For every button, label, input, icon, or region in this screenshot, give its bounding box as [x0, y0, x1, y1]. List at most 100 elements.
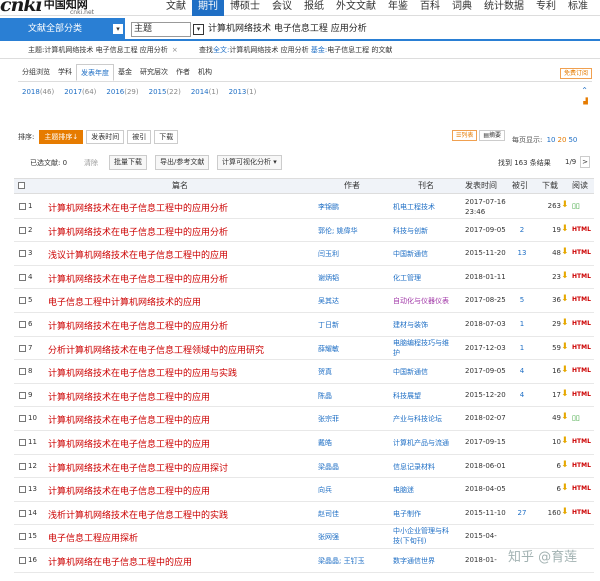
html-read-link[interactable]: HTML — [572, 226, 591, 233]
row-checkbox[interactable] — [19, 250, 26, 258]
journal-link[interactable]: 科技展望 — [393, 391, 421, 401]
filter-tab[interactable]: 研究层次 — [136, 64, 172, 81]
chart-icon[interactable]: ▟ — [583, 98, 588, 105]
cite-count[interactable]: 2 — [516, 226, 528, 234]
author-link[interactable]: 贺真 — [318, 367, 332, 377]
journal-link[interactable]: 中国新通信 — [393, 249, 428, 259]
journal-link[interactable]: 数字通信世界 — [393, 556, 435, 566]
row-checkbox[interactable] — [19, 226, 26, 234]
article-title-link[interactable]: 计算机网络技术在电子信息工程中的应用 — [48, 484, 210, 497]
row-checkbox[interactable] — [19, 320, 26, 328]
html-read-link[interactable]: HTML — [572, 367, 591, 374]
download-icon[interactable]: ⬇ — [561, 318, 569, 328]
collapse-icon[interactable]: ⌃ — [581, 86, 588, 95]
journal-link[interactable]: 机电工程技术 — [393, 202, 435, 212]
row-checkbox[interactable] — [19, 415, 26, 423]
download-icon[interactable]: ⬇ — [561, 389, 569, 399]
journal-link[interactable]: 信息记录材料 — [393, 462, 435, 472]
header-cite[interactable]: 被引 — [512, 179, 528, 193]
year-filter-item[interactable]: 2018(46) — [22, 88, 54, 96]
download-icon[interactable]: ⬇ — [561, 224, 569, 234]
export-button[interactable]: 导出/参考文献 — [155, 155, 210, 170]
html-read-link[interactable]: HTML — [572, 249, 591, 256]
cite-count[interactable]: 1 — [516, 320, 528, 328]
nav-tab[interactable]: 专利 — [530, 0, 562, 16]
author-link[interactable]: 赵司佳 — [318, 509, 339, 519]
select-all-checkbox[interactable] — [18, 182, 25, 189]
row-checkbox[interactable] — [19, 533, 26, 541]
journal-link[interactable]: 电脑迷 — [393, 485, 414, 495]
download-icon[interactable]: ⬇ — [561, 507, 569, 517]
row-checkbox[interactable] — [19, 273, 26, 281]
nav-tab[interactable]: 会议 — [266, 0, 298, 16]
nav-tab[interactable]: 词典 — [446, 0, 478, 16]
nav-tab[interactable]: 文献 — [160, 0, 192, 16]
html-read-link[interactable]: HTML — [572, 438, 591, 445]
article-title-link[interactable]: 计算机网络在电子信息工程中的应用 — [48, 555, 192, 568]
download-icon[interactable]: ⬇ — [561, 294, 569, 304]
author-link[interactable]: 谢炳韬 — [318, 273, 339, 283]
html-read-link[interactable]: HTML — [572, 485, 591, 492]
author-link[interactable]: 郭伦; 姚偉华 — [318, 226, 358, 236]
article-title-link[interactable]: 电子信息工程应用探析 — [48, 531, 138, 544]
row-checkbox[interactable] — [19, 462, 26, 470]
page-size-option[interactable]: 20 — [558, 136, 567, 144]
cite-count[interactable]: 1 — [516, 344, 528, 352]
html-read-link[interactable]: HTML — [572, 273, 591, 280]
journal-link[interactable]: 自动化与仪器仪表 — [393, 296, 449, 306]
filter-tab[interactable]: 作者 — [172, 64, 194, 81]
filter-tab[interactable]: 分组浏览 — [18, 64, 54, 81]
header-date[interactable]: 发表时间 — [465, 179, 497, 193]
author-link[interactable]: 丁日新 — [318, 320, 339, 330]
download-icon[interactable]: ⬇ — [561, 483, 569, 493]
article-title-link[interactable]: 计算机网络技术在电子信息工程中的应用 — [48, 413, 210, 426]
cite-count[interactable]: 4 — [516, 391, 528, 399]
download-icon[interactable]: ⬇ — [561, 200, 569, 210]
book-read-icon[interactable]: ▯▯ — [572, 414, 580, 422]
journal-link[interactable]: 中国新通信 — [393, 367, 428, 377]
page-size-option[interactable]: 10 — [547, 136, 556, 144]
article-title-link[interactable]: 分析计算机网络技术在电子信息工程领域中的应用研究 — [48, 343, 264, 356]
author-link[interactable]: 张网强 — [318, 532, 339, 542]
author-link[interactable]: 戴皓 — [318, 438, 332, 448]
search-input[interactable]: 计算机网络技术 电子信息工程 应用分析 — [208, 22, 600, 37]
author-link[interactable]: 李锦鹏 — [318, 202, 339, 212]
download-icon[interactable]: ⬇ — [561, 460, 569, 470]
sort-option[interactable]: 下载 — [154, 130, 179, 144]
html-read-link[interactable]: HTML — [572, 391, 591, 398]
article-title-link[interactable]: 计算机网络技术在电子信息工程中的应用探讨 — [48, 461, 228, 474]
article-title-link[interactable]: 电子信息工程中计算机网络技术的应用 — [48, 295, 201, 308]
nav-tab[interactable]: 外文文献 — [330, 0, 382, 16]
download-icon[interactable]: ⬇ — [561, 247, 569, 257]
row-checkbox[interactable] — [19, 344, 26, 352]
author-link[interactable]: 陈晶 — [318, 391, 332, 401]
author-link[interactable]: 吴其达 — [318, 296, 339, 306]
filter-tab[interactable]: 发表年度 — [76, 64, 114, 81]
nav-tab[interactable]: 统计数据 — [478, 0, 530, 16]
sort-option[interactable]: 发表时间 — [86, 130, 125, 144]
journal-link[interactable]: 科技与创新 — [393, 226, 428, 236]
year-filter-item[interactable]: 2016(29) — [106, 88, 138, 96]
download-icon[interactable]: ⬇ — [561, 342, 569, 352]
download-icon[interactable]: ⬇ — [561, 436, 569, 446]
filter-tab[interactable]: 机构 — [194, 64, 216, 81]
journal-link[interactable]: 电脑编程技巧与维护 — [393, 338, 455, 358]
journal-link[interactable]: 化工管理 — [393, 273, 421, 283]
article-title-link[interactable]: 计算机网络技术在电子信息工程中的应用 — [48, 390, 210, 403]
subscribe-button[interactable]: 免费订阅 — [559, 68, 592, 79]
article-title-link[interactable]: 浅议计算机网络技术在电子信息工程中的应用 — [48, 248, 228, 261]
author-link[interactable]: 张宗菲 — [318, 414, 339, 424]
sort-option[interactable]: 主题排序↓ — [39, 130, 84, 144]
header-download[interactable]: 下载 — [542, 179, 558, 193]
book-read-icon[interactable]: ▯▯ — [572, 202, 580, 210]
author-link[interactable]: 闫玉利 — [318, 249, 339, 259]
page-size-option[interactable]: 50 — [568, 136, 577, 144]
author-link[interactable]: 向兵 — [318, 485, 332, 495]
journal-link[interactable]: 电子制作 — [393, 509, 421, 519]
article-title-link[interactable]: 计算机网络技术在电子信息工程中的应用分析 — [48, 319, 228, 332]
chevron-down-icon[interactable]: ▾ — [193, 24, 204, 35]
nav-tab[interactable]: 年鉴 — [382, 0, 414, 16]
filter-tab[interactable]: 学科 — [54, 64, 76, 81]
journal-link[interactable]: 计算机产品与流通 — [393, 438, 449, 448]
list-view-button[interactable]: ☰列表 — [452, 130, 478, 141]
